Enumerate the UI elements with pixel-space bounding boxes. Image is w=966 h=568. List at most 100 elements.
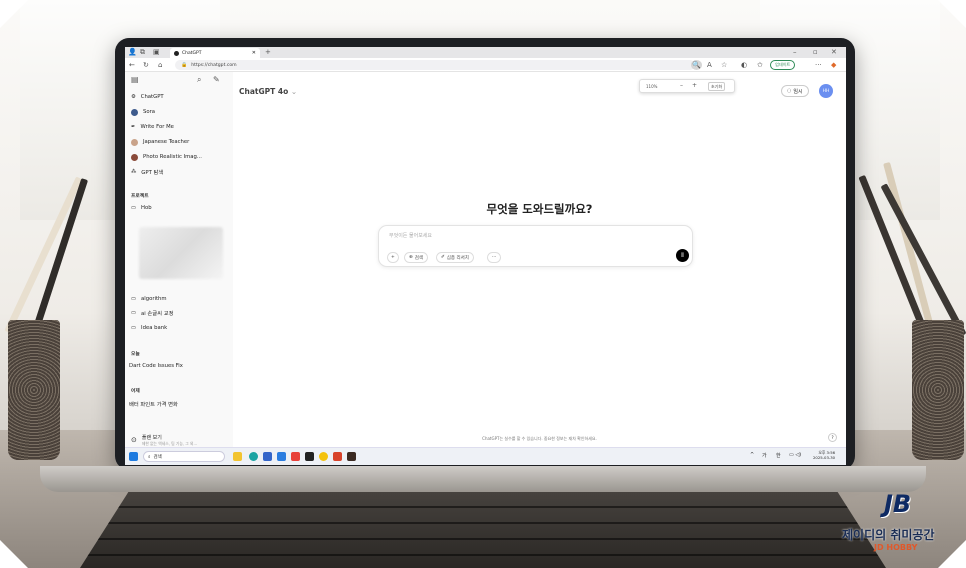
zoom-out-button[interactable]: – bbox=[680, 82, 683, 89]
tray-chevron-icon[interactable]: ^ bbox=[750, 452, 754, 458]
corner-fold bbox=[938, 0, 966, 28]
sidebar-item-gpt-explore[interactable]: ⁂ GPT 탐색 bbox=[131, 167, 163, 177]
back-icon[interactable]: ← bbox=[129, 60, 135, 70]
telescope-icon: ✐ bbox=[441, 255, 445, 260]
new-chat-icon[interactable]: ✎ bbox=[213, 75, 220, 85]
mail-icon[interactable] bbox=[277, 452, 286, 461]
sidebar-item-chatgpt[interactable]: ⚙ ChatGPT bbox=[131, 92, 164, 102]
chatgpt-icon: ⚙ bbox=[131, 94, 136, 100]
deep-research-button[interactable]: ✐ 심층 리서치 bbox=[436, 252, 474, 263]
help-button[interactable]: ? bbox=[828, 433, 837, 442]
temp-icon: ◌ bbox=[787, 88, 792, 94]
temporary-chat-button[interactable]: ◌ 임시 bbox=[781, 85, 809, 97]
start-icon[interactable] bbox=[129, 452, 138, 461]
app-icon[interactable] bbox=[291, 452, 300, 461]
explorer-icon[interactable] bbox=[233, 452, 242, 461]
folder-icon: ▭ bbox=[131, 310, 137, 316]
photo-icon bbox=[131, 153, 138, 161]
refresh-icon[interactable]: ↻ bbox=[143, 60, 149, 70]
watermark: JB 제이디의 취미공간 JD HOBBY bbox=[838, 488, 964, 558]
update-button[interactable]: 업데이트 bbox=[770, 60, 796, 70]
corner-fold bbox=[0, 540, 28, 568]
address-toolbar: ← ↻ ⌂ 🔒 https://chatgpt.com 🔍 A ☆ ◐ ✩ 업데… bbox=[125, 58, 846, 72]
watermark-logo: JB bbox=[884, 490, 912, 518]
pen-icon: ✒ bbox=[131, 124, 136, 130]
search-button[interactable]: ⊕ 검색 bbox=[404, 252, 429, 263]
today-heading: 오늘 bbox=[131, 352, 140, 357]
workspaces-icon[interactable]: ⧉ bbox=[140, 47, 145, 57]
url-text: https://chatgpt.com bbox=[191, 62, 237, 68]
close-window-icon[interactable]: ✕ bbox=[831, 47, 837, 57]
lock-icon: 🔒 bbox=[181, 62, 188, 68]
attach-button[interactable]: + bbox=[387, 252, 399, 263]
project-item[interactable]: ▭ ai 손글씨 교정 bbox=[131, 308, 173, 318]
url-bar[interactable]: 🔒 https://chatgpt.com bbox=[175, 60, 695, 70]
sidebar-toggle-icon[interactable]: ▤ bbox=[131, 75, 139, 85]
project-item[interactable]: ▭ Hob bbox=[131, 203, 152, 213]
folder-icon: ▭ bbox=[131, 296, 137, 302]
history-item[interactable]: 배터 파인트 가격 변화 bbox=[129, 399, 178, 409]
globe-icon: ⊕ bbox=[409, 255, 413, 260]
tab-chatgpt[interactable]: ChatGPT ✕ bbox=[170, 48, 260, 58]
sidebar-item-photo-realistic[interactable]: Photo Realistic Imag... bbox=[131, 152, 202, 162]
store-icon[interactable] bbox=[263, 452, 272, 461]
sidebar-item-write-for-me[interactable]: ✒ Write For Me bbox=[131, 122, 174, 132]
project-item[interactable]: ▭ algorithm bbox=[131, 294, 167, 304]
new-tab-icon[interactable]: + bbox=[265, 47, 271, 57]
teacher-icon bbox=[131, 138, 138, 146]
watermark-subtitle: JD HOBBY bbox=[874, 543, 918, 552]
folder-icon: ▭ bbox=[131, 325, 137, 331]
zoom-icon[interactable]: 🔍 bbox=[691, 60, 702, 70]
sidebar-item-japanese-teacher[interactable]: Japanese Teacher bbox=[131, 137, 189, 147]
chat-main: ChatGPT 4o ⌄ 110% – + 초기화 ◌ 임시 HH 무엇을 도와드… bbox=[233, 72, 846, 447]
windows-taskbar: ⌕ 검색 ^ 가 한 ▭ ◁) 오후 3:56 2025-03-30 bbox=[125, 447, 846, 465]
close-tab-icon[interactable]: ✕ bbox=[252, 50, 256, 56]
laptop-keyboard bbox=[80, 492, 886, 568]
clock[interactable]: 오후 3:56 2025-03-30 bbox=[813, 450, 835, 460]
zoom-reset-button[interactable]: 초기화 bbox=[708, 82, 726, 91]
model-selector[interactable]: ChatGPT 4o ⌄ bbox=[239, 87, 297, 96]
voice-button[interactable]: ⦀ bbox=[676, 249, 689, 262]
edge-icon[interactable] bbox=[249, 452, 258, 461]
network-volume-icon[interactable]: ▭ ◁) bbox=[789, 452, 801, 458]
upgrade-plan[interactable]: ⊙ 플랜 보기 제한 없는 액세스, 팀 기능, 그 외... bbox=[131, 432, 197, 448]
history-item[interactable]: Dart Code Issues Fix bbox=[129, 361, 183, 371]
zoom-in-button[interactable]: + bbox=[692, 82, 697, 89]
read-aloud-icon[interactable]: A bbox=[707, 60, 712, 70]
more-icon[interactable]: ··· bbox=[815, 60, 822, 70]
avatar[interactable]: HH bbox=[819, 84, 833, 98]
prompt-input[interactable]: 무엇이든 물어보세요 bbox=[389, 232, 432, 239]
favorites-bar-icon[interactable]: ✩ bbox=[757, 60, 763, 70]
greeting-heading: 무엇을 도와드릴까요? bbox=[486, 202, 593, 216]
search-icon[interactable]: ⌕ bbox=[197, 75, 201, 85]
projects-heading: 프로젝트 bbox=[131, 194, 149, 199]
ime-indicator[interactable]: 가 bbox=[762, 452, 767, 459]
tab-actions-icon[interactable]: ▣ bbox=[153, 47, 160, 57]
app-icon[interactable] bbox=[347, 452, 356, 461]
pencil-cup-right bbox=[912, 320, 964, 460]
sidebar: ▤ ⌕ ✎ ⚙ ChatGPT Sora ✒ Write For Me Japane… bbox=[125, 72, 233, 447]
more-tools-button[interactable]: ··· bbox=[487, 252, 502, 263]
copilot-icon[interactable]: ◆ bbox=[831, 60, 836, 70]
folder-icon: ▭ bbox=[131, 205, 137, 211]
profile-icon[interactable]: 👤 bbox=[128, 47, 137, 57]
extensions-icon[interactable]: ◐ bbox=[741, 60, 747, 70]
pencil-cup-left bbox=[8, 320, 60, 460]
redacted-projects bbox=[139, 227, 223, 279]
ime-indicator[interactable]: 한 bbox=[776, 452, 781, 459]
plan-icon: ⊙ bbox=[131, 436, 137, 444]
project-item[interactable]: ▭ Idea bank bbox=[131, 323, 167, 333]
laptop-screen: 👤 ⧉ ▣ ChatGPT ✕ + – ▫ ✕ ← ↻ ⌂ 🔒 https://… bbox=[125, 47, 846, 465]
home-icon[interactable]: ⌂ bbox=[158, 60, 162, 70]
minimize-icon[interactable]: – bbox=[793, 47, 797, 57]
maximize-icon[interactable]: ▫ bbox=[813, 47, 818, 57]
watermark-title: 제이디의 취미공간 bbox=[842, 528, 935, 542]
taskbar-search[interactable]: ⌕ 검색 bbox=[143, 451, 225, 462]
favorite-icon[interactable]: ☆ bbox=[721, 60, 727, 70]
sora-icon bbox=[131, 108, 138, 116]
sidebar-item-sora[interactable]: Sora bbox=[131, 107, 155, 117]
app-icon[interactable] bbox=[333, 452, 342, 461]
app-icon[interactable] bbox=[319, 452, 328, 461]
app-icon[interactable] bbox=[305, 452, 314, 461]
prompt-box: 무엇이든 물어보세요 + ⊕ 검색 ✐ 심층 리서치 ··· ⦀ bbox=[378, 225, 693, 267]
